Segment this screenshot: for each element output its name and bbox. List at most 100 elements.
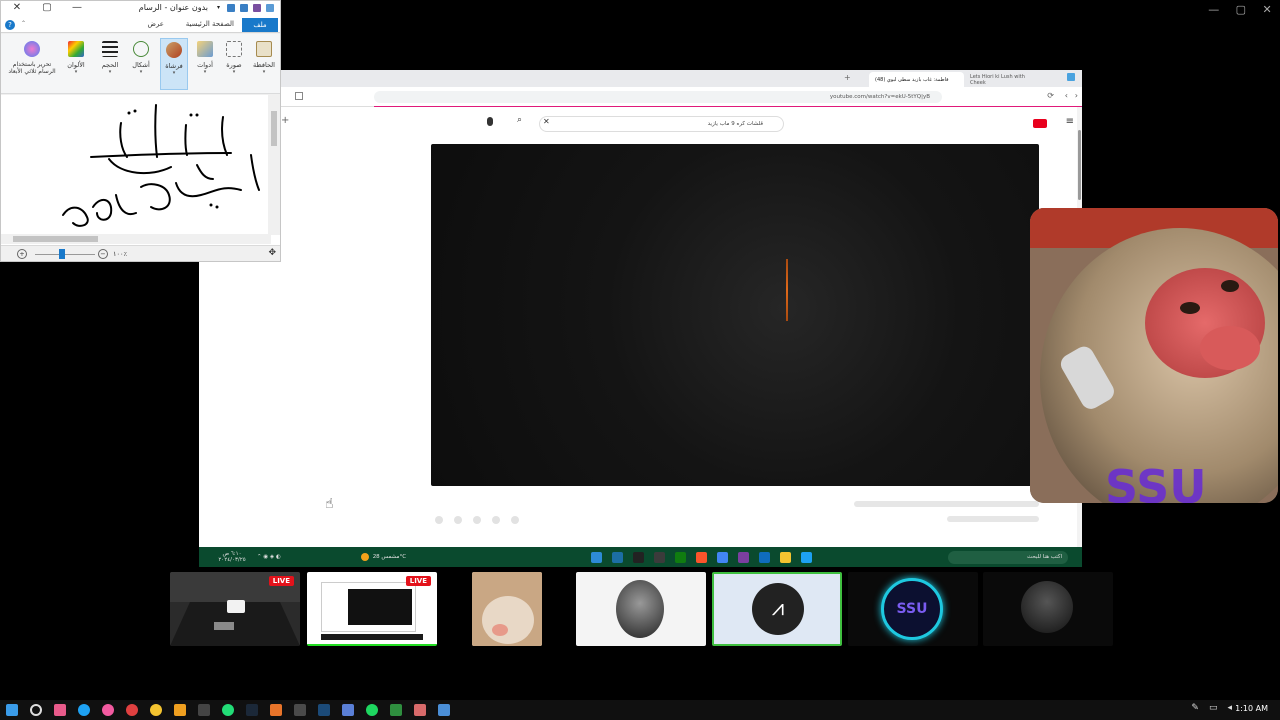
redo-icon[interactable] xyxy=(227,4,235,12)
avatar-tile-king[interactable] xyxy=(576,572,706,646)
taskbar-app-icon[interactable] xyxy=(54,704,66,716)
folder-icon[interactable] xyxy=(174,704,186,716)
stream-tile-screen[interactable]: LIVE xyxy=(307,572,437,646)
ribbon-size[interactable]: الحجم ▾ xyxy=(96,38,124,90)
edge-icon[interactable] xyxy=(801,551,813,563)
tab-home[interactable]: الصفحة الرئيسية xyxy=(186,20,234,28)
stream-tile-cat[interactable] xyxy=(472,572,542,646)
search-icon[interactable] xyxy=(30,704,42,716)
maximize-icon[interactable]: ▢ xyxy=(37,1,57,17)
taskbar-app-icon[interactable] xyxy=(612,551,624,563)
ribbon-label: الحافظة xyxy=(253,61,275,69)
store-icon[interactable] xyxy=(759,551,771,563)
tab-view[interactable]: عرض xyxy=(147,20,164,28)
taskbar-app-icon[interactable] xyxy=(633,551,645,563)
taskbar-app-icon[interactable] xyxy=(591,551,603,563)
collapse-ribbon-icon[interactable]: ⌃ xyxy=(21,20,26,27)
canvas-vertical-thumb[interactable] xyxy=(271,111,277,146)
inner-search-box[interactable]: اكتب هنا للبحث xyxy=(948,550,1068,564)
weather-widget[interactable]: مشمس 28°C xyxy=(360,553,406,561)
canvas-horizontal-thumb[interactable] xyxy=(13,236,98,242)
live-badge: LIVE xyxy=(268,576,294,586)
folder-icon[interactable] xyxy=(780,551,792,563)
stream-tile-racing[interactable]: LIVE xyxy=(170,572,300,646)
forward-icon[interactable]: › xyxy=(1075,91,1078,100)
url-field[interactable]: youtube.com/watch?v=ekU-5tYQ|yB xyxy=(374,91,942,103)
search-input[interactable]: قلشات كره 9 ماب يازيد xyxy=(539,116,784,132)
extension-icon[interactable] xyxy=(1067,73,1075,81)
taskbar-app-icon[interactable] xyxy=(654,551,666,563)
avatar-tile-ssu[interactable]: SSU xyxy=(848,572,978,646)
close-icon[interactable]: ✕ xyxy=(1263,3,1272,16)
close-icon[interactable]: ✕ xyxy=(7,1,27,17)
ribbon-image[interactable]: صورة ▾ xyxy=(220,38,248,90)
zoom-slider-thumb[interactable] xyxy=(59,249,65,259)
opera-icon[interactable] xyxy=(126,704,138,716)
help-icon[interactable]: ? xyxy=(5,20,15,30)
back-icon[interactable]: ‹ xyxy=(1065,91,1068,100)
zoom-out-icon[interactable]: − xyxy=(98,249,108,259)
pen-icon[interactable]: ✎ xyxy=(1191,703,1199,713)
taskbar-clock[interactable]: 1:10 AM xyxy=(1235,704,1268,713)
taskbar-app-icon[interactable] xyxy=(390,704,402,716)
page-scroll-thumb[interactable] xyxy=(1078,130,1081,200)
save-icon[interactable] xyxy=(253,4,261,12)
taskbar-app-icon[interactable] xyxy=(222,704,234,716)
edge-icon[interactable] xyxy=(78,704,90,716)
minimize-icon[interactable]: — xyxy=(67,1,87,17)
placeholder-line xyxy=(854,501,1039,507)
calculator-icon[interactable] xyxy=(198,704,210,716)
browser-tab[interactable]: Lets Hiori ki Lush with Cheek xyxy=(964,72,1044,87)
reload-icon[interactable]: ⟳ xyxy=(1047,91,1054,100)
tab-icon[interactable] xyxy=(295,92,303,100)
maximize-icon[interactable]: ▢ xyxy=(1236,3,1246,16)
steam-icon[interactable] xyxy=(318,704,330,716)
quick-access-dropdown-icon[interactable]: ▾ xyxy=(217,4,220,11)
steam-icon[interactable] xyxy=(246,704,258,716)
ribbon-colors[interactable]: الألوان ▾ xyxy=(62,38,90,90)
tab-file[interactable]: ملف xyxy=(242,18,278,32)
paint-app-icon xyxy=(266,4,274,12)
placeholder-dot xyxy=(435,516,443,524)
paint-canvas[interactable] xyxy=(1,95,280,245)
menu-icon[interactable]: ≡ xyxy=(1066,116,1074,127)
brave-icon[interactable] xyxy=(696,551,708,563)
search-icon[interactable]: ⌕ xyxy=(517,115,522,125)
browser-tab-active[interactable]: (48) فاطمة: غاب بازيد سطى لبوي xyxy=(869,72,964,87)
start-icon[interactable] xyxy=(6,704,18,716)
zoom-in-icon[interactable]: + xyxy=(17,249,27,259)
ribbon-clipboard[interactable]: الحافظة ▾ xyxy=(250,38,278,90)
avatar-tile-logo[interactable]: ⩘ xyxy=(712,572,842,646)
paint-titlebar: ✕ ▢ — بدون عنوان - الرسام ▾ xyxy=(1,1,280,17)
taskbar-app-icon[interactable] xyxy=(102,704,114,716)
taskbar-app-icon[interactable] xyxy=(438,704,450,716)
spotify-icon[interactable] xyxy=(366,704,378,716)
minimize-icon[interactable]: — xyxy=(1208,3,1219,16)
ribbon-shapes[interactable]: أشكال ▾ xyxy=(127,38,155,90)
xbox-icon[interactable] xyxy=(675,551,687,563)
inner-taskbar: ٦:١٠ ص ٢٠٢٤/٠٣/٢٥ ⌃ ◉ ◈ ◐ مشمس 28°C اكتب… xyxy=(199,547,1082,567)
avatar-tile-dark[interactable] xyxy=(983,572,1113,646)
ribbon-tools[interactable]: أدوات ▾ xyxy=(191,38,219,90)
zoom-level: ١٠٠٪ xyxy=(113,250,127,258)
plus-icon[interactable]: + xyxy=(281,115,289,126)
taskbar-app-icon[interactable] xyxy=(150,704,162,716)
zoom-slider-track[interactable] xyxy=(35,254,95,255)
volume-icon[interactable]: ◂ xyxy=(1227,703,1232,713)
network-icon[interactable]: ▭ xyxy=(1209,703,1218,713)
mic-icon[interactable] xyxy=(487,117,493,126)
taskbar-app-icon[interactable] xyxy=(414,704,426,716)
new-tab-icon[interactable]: + xyxy=(844,73,851,82)
taskbar-app-icon[interactable] xyxy=(270,704,282,716)
taskbar-app-icon[interactable] xyxy=(342,704,354,716)
taskbar-app-icon[interactable] xyxy=(738,551,750,563)
clear-search-icon[interactable]: ✕ xyxy=(543,117,550,126)
youtube-logo-icon[interactable] xyxy=(1033,119,1047,128)
chrome-icon[interactable] xyxy=(717,551,729,563)
taskbar-app-icon[interactable] xyxy=(294,704,306,716)
ribbon-brush[interactable]: فرشاة ▾ xyxy=(160,38,188,90)
ribbon-paint3d[interactable]: تحرير باستخدام الرسام ثلاثي الأبعاد xyxy=(5,38,59,90)
undo-icon[interactable] xyxy=(240,4,248,12)
inner-clock: ٦:١٠ ص ٢٠٢٤/٠٣/٢٥ xyxy=(217,551,247,563)
video-player[interactable] xyxy=(431,144,1039,486)
